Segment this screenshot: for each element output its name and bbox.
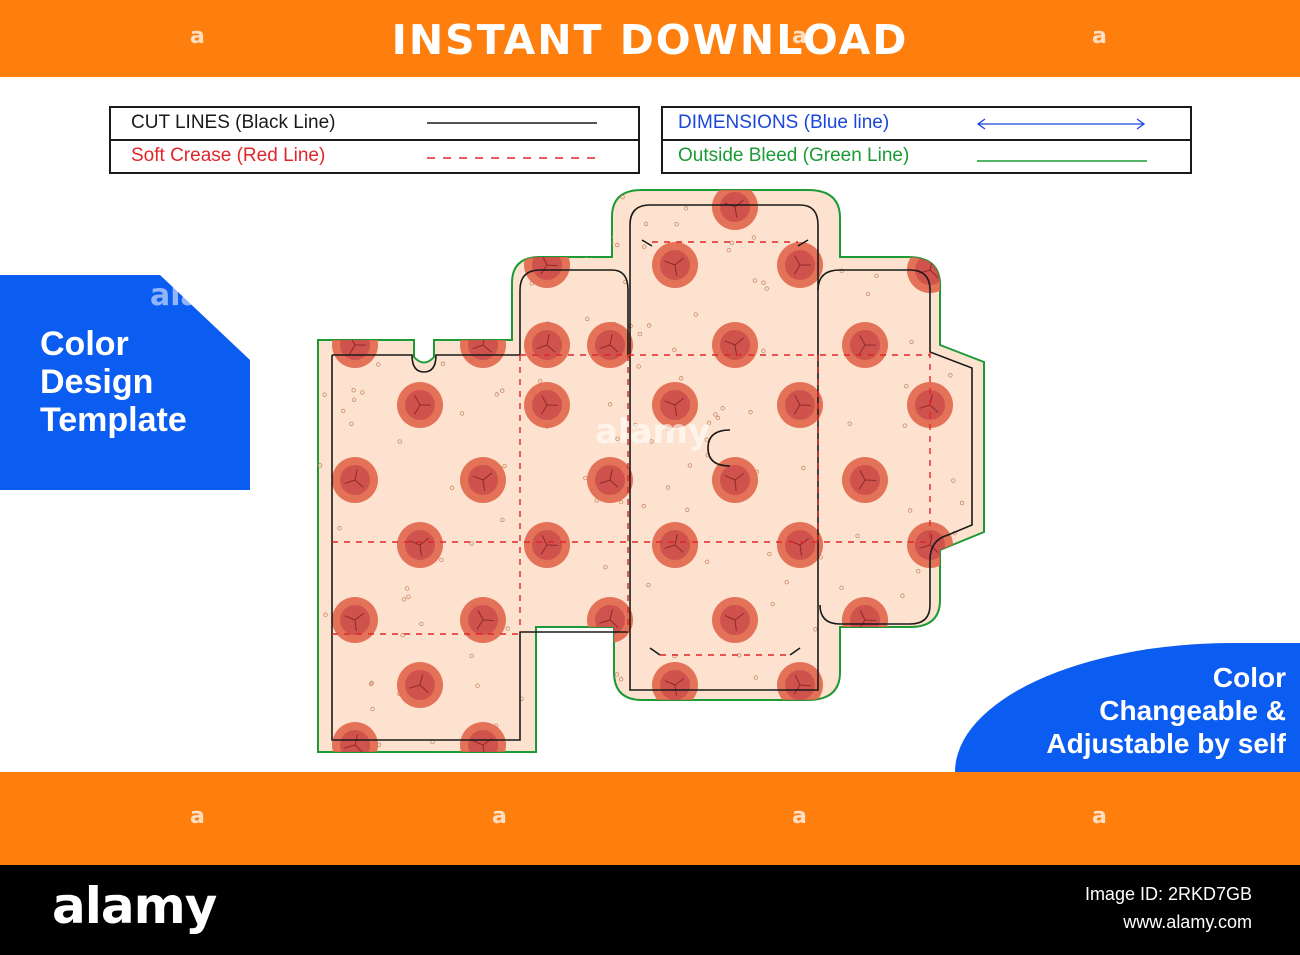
pepperoni-dot xyxy=(460,597,506,643)
pepperoni-dot xyxy=(397,382,443,428)
speckle xyxy=(540,709,546,714)
speckle xyxy=(873,744,878,750)
speckle xyxy=(570,717,575,723)
watermark-glyph: a xyxy=(1092,804,1107,829)
speckle xyxy=(434,220,439,225)
pepperoni-dot xyxy=(842,457,888,503)
speckle xyxy=(951,678,957,683)
speckle xyxy=(937,731,943,736)
pepperoni-dot xyxy=(524,322,570,368)
speckle xyxy=(620,729,625,734)
pepperoni-dot xyxy=(652,242,698,288)
speckle xyxy=(837,700,842,705)
watermark-glyph: a xyxy=(492,804,507,829)
watermark-glyph: a xyxy=(190,804,205,829)
pepperoni-dot xyxy=(524,382,570,428)
speckle xyxy=(372,230,377,236)
badge-line: Adjustable by self xyxy=(1046,728,1286,759)
pepperoni-dot xyxy=(652,522,698,568)
image-id: Image ID: 2RKD7GB xyxy=(1084,884,1252,904)
speckle xyxy=(929,670,934,675)
pepperoni-dot xyxy=(777,242,823,288)
speckle xyxy=(677,742,682,747)
pepperoni-dot xyxy=(777,382,823,428)
pepperoni-dot xyxy=(332,457,378,503)
speckle xyxy=(426,193,431,198)
speckle xyxy=(481,328,486,333)
speckle xyxy=(607,658,612,663)
pepperoni-dot xyxy=(460,722,506,752)
speckle xyxy=(429,213,434,218)
badge-line: Color xyxy=(1212,662,1286,693)
watermark-word: alamy xyxy=(595,412,711,452)
pepperoni-dot xyxy=(712,322,758,368)
pepperoni-dot xyxy=(524,522,570,568)
pepperoni-dot xyxy=(777,522,823,568)
alamy-logo: alamy xyxy=(52,877,217,935)
speckle xyxy=(374,309,380,315)
speckle xyxy=(375,271,380,276)
pepperoni-dot xyxy=(332,597,378,643)
pepperoni-dot xyxy=(842,322,888,368)
speckle xyxy=(492,324,497,329)
pepperoni-dot xyxy=(712,597,758,643)
speckle xyxy=(535,208,541,213)
speckle xyxy=(525,204,531,210)
pepperoni-dot xyxy=(460,457,506,503)
speckle xyxy=(373,283,379,288)
speckle xyxy=(394,328,399,333)
badge-line: Changeable & xyxy=(1099,695,1286,726)
speckle xyxy=(706,728,711,733)
pepperoni-dot xyxy=(652,662,698,708)
speckle xyxy=(546,735,552,740)
pepperoni-dot xyxy=(332,722,378,752)
site-url: www.alamy.com xyxy=(1123,912,1252,932)
speckle xyxy=(428,194,433,199)
pepperoni-dot xyxy=(587,597,633,643)
pepperoni-dot xyxy=(524,242,570,288)
pepperoni-dot xyxy=(397,662,443,708)
pepperoni-dot xyxy=(712,190,758,230)
speckle xyxy=(371,204,377,209)
speckle xyxy=(815,705,820,711)
speckle xyxy=(567,704,572,710)
watermark-glyph: a xyxy=(792,804,807,829)
pepperoni-dot xyxy=(777,662,823,708)
pepperoni-dot xyxy=(842,597,888,643)
speckle xyxy=(911,250,917,256)
pepperoni-dot xyxy=(587,322,633,368)
pepperoni-dot xyxy=(587,457,633,503)
speckle xyxy=(575,210,580,215)
watermark-word: alamy xyxy=(150,278,252,313)
footer-bar: alamy Image ID: 2RKD7GB www.alamy.com xyxy=(0,865,1300,955)
speckle xyxy=(903,718,908,724)
pepperoni-dot xyxy=(397,522,443,568)
speckle xyxy=(407,317,412,322)
speckle xyxy=(625,742,631,747)
pepperoni-dot xyxy=(460,322,506,368)
speckle xyxy=(948,297,953,303)
speckle xyxy=(333,278,339,283)
speckle xyxy=(884,730,889,735)
speckle xyxy=(879,208,884,214)
bottom-orange-band: a a a a xyxy=(0,772,1300,865)
pepperoni-dot xyxy=(332,322,378,368)
